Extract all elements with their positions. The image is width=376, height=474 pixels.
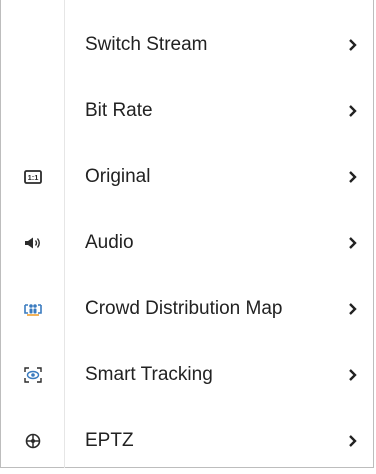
- menu-item-label: Switch Stream: [85, 34, 208, 55]
- menu-item-audio[interactable]: Audio: [1, 210, 373, 276]
- icon-slot-empty: [1, 78, 64, 144]
- menu-item-label: Audio: [85, 232, 134, 253]
- menu-item-eptz[interactable]: EPTZ: [1, 408, 373, 474]
- tracking-eye-icon: [1, 342, 64, 408]
- menu-item-switch-stream[interactable]: Switch Stream: [1, 12, 373, 78]
- aspect-icon-text: 1:1: [27, 173, 38, 182]
- crowd-map-icon: [1, 276, 64, 342]
- chevron-right-icon: [341, 408, 365, 474]
- menu-item-bit-rate[interactable]: Bit Rate: [1, 78, 373, 144]
- speaker-icon: [1, 210, 64, 276]
- crosshair-globe-icon: [1, 408, 64, 474]
- aspect-1-1-icon: 1:1: [1, 144, 64, 210]
- menu-item-label: Bit Rate: [85, 100, 153, 121]
- chevron-right-icon: [341, 144, 365, 210]
- menu-item-label: Smart Tracking: [85, 364, 213, 385]
- chevron-right-icon: [341, 78, 365, 144]
- menu-item-label: Original: [85, 166, 151, 187]
- chevron-right-icon: [341, 342, 365, 408]
- chevron-right-icon: [341, 210, 365, 276]
- chevron-right-icon: [341, 276, 365, 342]
- menu-item-label: Crowd Distribution Map: [85, 298, 283, 319]
- menu-item-crowd-distribution-map[interactable]: Crowd Distribution Map: [1, 276, 373, 342]
- menu-item-label: EPTZ: [85, 430, 134, 451]
- context-menu: Switch Stream Bit Rate 1:1 Original Audi…: [0, 0, 374, 468]
- chevron-right-icon: [341, 12, 365, 78]
- menu-item-original[interactable]: 1:1 Original: [1, 144, 373, 210]
- icon-slot-empty: [1, 12, 64, 78]
- menu-item-smart-tracking[interactable]: Smart Tracking: [1, 342, 373, 408]
